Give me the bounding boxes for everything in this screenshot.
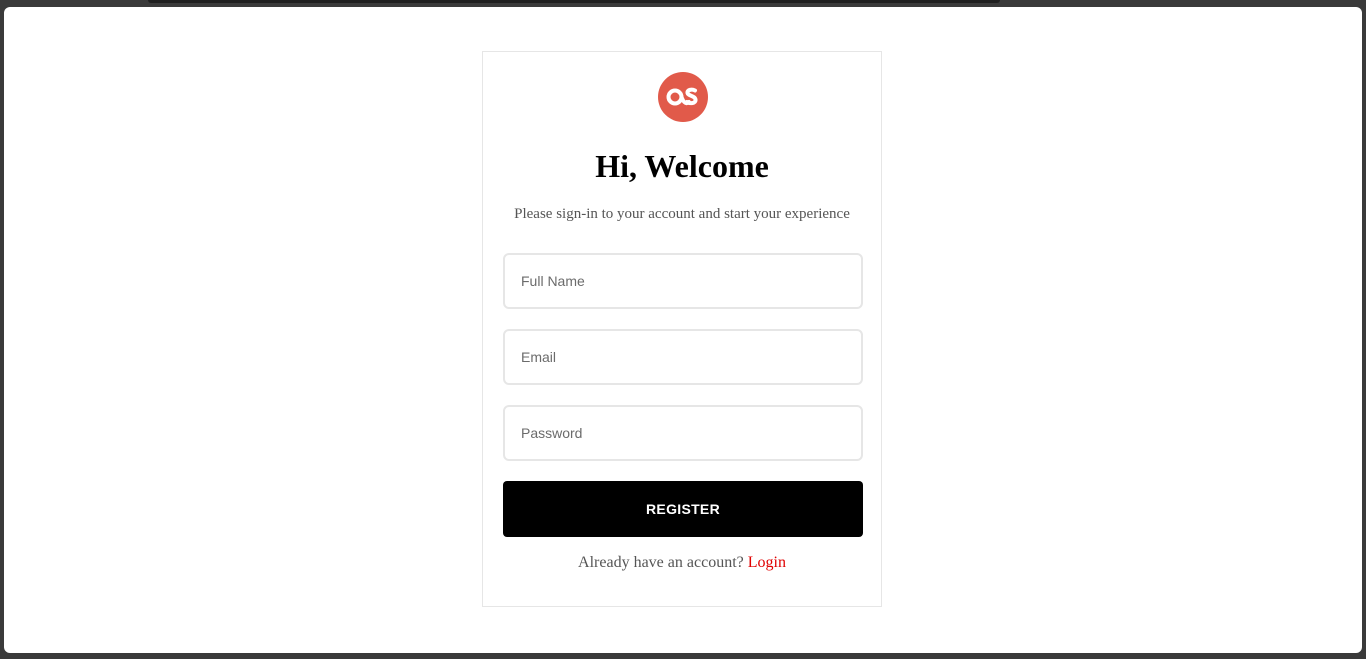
full-name-input[interactable] [503, 253, 863, 309]
email-input[interactable] [503, 329, 863, 385]
register-button[interactable]: REGISTER [503, 481, 863, 537]
page-subtitle: Please sign-in to your account and start… [514, 206, 850, 222]
login-link[interactable]: Login [748, 554, 786, 571]
page-title: Hi, Welcome [595, 148, 769, 184]
browser-top-strip [148, 0, 1000, 3]
login-prompt: Already have an account? Login [483, 552, 881, 574]
password-input[interactable] [503, 405, 863, 461]
lastfm-logo-icon [658, 72, 708, 122]
login-prompt-text: Already have an account? [578, 554, 744, 571]
register-card: Hi, Welcome Please sign-in to your accou… [482, 51, 882, 607]
page-window: Hi, Welcome Please sign-in to your accou… [4, 7, 1362, 653]
